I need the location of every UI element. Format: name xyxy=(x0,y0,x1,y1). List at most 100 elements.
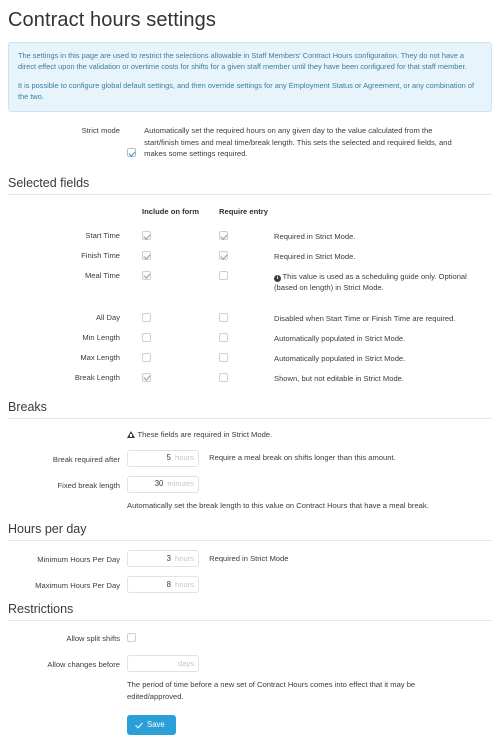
break-required-after-label: Break required after xyxy=(52,454,120,464)
require-cell xyxy=(205,231,274,241)
include-cell xyxy=(127,372,205,383)
minimum-hours-row: Minimum Hours Per Day 3 hours Required i… xyxy=(0,550,500,568)
include-checkbox-min-length[interactable] xyxy=(142,333,151,342)
include-cell xyxy=(127,333,205,343)
row-label-start-time: Start Time xyxy=(85,231,120,241)
section-heading-breaks: Breaks xyxy=(8,400,492,420)
table-row: Start Time Required in Strict Mode. xyxy=(0,231,500,243)
include-checkbox-meal-time[interactable] xyxy=(142,270,151,280)
minimum-hours-input[interactable]: 3 hours xyxy=(127,550,199,568)
row-note-meal-time-text: This value is used as a scheduling guide… xyxy=(274,271,467,293)
allow-changes-before-input[interactable]: days xyxy=(127,654,199,672)
strict-mode-row: Strict mode Automatically set the requir… xyxy=(0,125,500,160)
allow-split-shifts-row: Allow split shifts xyxy=(0,633,500,644)
break-required-after-unit: hours xyxy=(175,453,194,463)
breaks-warning: These fields are required in Strict Mode… xyxy=(127,429,500,440)
fixed-break-length-row: Fixed break length 30 minutes Automatica… xyxy=(0,475,500,512)
break-required-after-input[interactable]: 5 hours xyxy=(127,449,199,467)
row-note-all-day: Disabled when Start Time or Finish Time … xyxy=(274,314,456,324)
fixed-break-length-help: Automatically set the break length to th… xyxy=(127,500,429,510)
require-cell xyxy=(205,270,274,281)
fixed-break-length-control: 30 minutes Automatically set the break l… xyxy=(127,475,500,512)
section-heading-selected-fields: Selected fields xyxy=(8,176,492,196)
table-row: Max Length Automatically populated in St… xyxy=(0,352,500,365)
table-row: Min Length Automatically populated in St… xyxy=(0,333,500,345)
fixed-break-length-input[interactable]: 30 minutes xyxy=(127,475,199,493)
strict-mode-label: Strict mode xyxy=(81,125,120,135)
row-note-min-length: Automatically populated in Strict Mode. xyxy=(274,334,406,343)
row-gap xyxy=(0,294,500,305)
include-checkbox-all-day[interactable] xyxy=(142,313,151,323)
break-required-after-row: Break required after 5 hours Require a m… xyxy=(0,449,500,467)
require-cell xyxy=(205,333,274,343)
allow-changes-before-help: The period of time before a new set of C… xyxy=(127,679,416,701)
table-row: Break Length Shown, but not editable in … xyxy=(0,372,500,385)
row-note-max-length: Automatically populated in Strict Mode. xyxy=(274,353,406,363)
fixed-break-length-label: Fixed break length xyxy=(57,480,120,490)
include-checkbox-max-length[interactable] xyxy=(142,352,151,362)
require-checkbox-min-length[interactable] xyxy=(219,333,228,342)
include-checkbox-break-length[interactable] xyxy=(142,372,151,382)
section-heading-restrictions: Restrictions xyxy=(8,602,492,622)
break-required-after-value: 5 xyxy=(166,453,171,463)
include-cell xyxy=(127,313,205,323)
require-checkbox-finish-time[interactable] xyxy=(219,250,228,260)
row-label-max-length: Max Length xyxy=(80,352,120,362)
fixed-break-length-unit: minutes xyxy=(167,479,194,489)
strict-mode-control: Automatically set the required hours on … xyxy=(127,125,500,160)
table-row: Finish Time Required in Strict Mode. xyxy=(0,250,500,263)
maximum-hours-input[interactable]: 8 hours xyxy=(127,576,199,594)
minimum-hours-unit: hours xyxy=(175,554,194,564)
table-row: All Day Disabled when Start Time or Fini… xyxy=(0,313,500,325)
table-header-row: Include on form Require entry xyxy=(0,207,500,216)
row-label-meal-time: Meal Time xyxy=(84,270,120,280)
info-icon: i xyxy=(274,274,281,282)
require-checkbox-break-length[interactable] xyxy=(219,372,228,382)
require-checkbox-max-length[interactable] xyxy=(219,352,228,362)
maximum-hours-control: 8 hours xyxy=(127,576,500,594)
column-header-require-entry: Require entry xyxy=(219,207,268,217)
info-alert-paragraph-2: It is possible to configure global defau… xyxy=(18,80,475,102)
row-label-min-length: Min Length xyxy=(82,333,120,342)
minimum-hours-label: Minimum Hours Per Day xyxy=(37,555,120,565)
strict-mode-checkbox[interactable] xyxy=(127,148,136,158)
include-cell xyxy=(127,352,205,363)
include-cell xyxy=(127,231,205,241)
allow-split-shifts-checkbox[interactable] xyxy=(127,633,136,643)
fixed-break-length-value: 30 xyxy=(154,479,164,489)
minimum-hours-value: 3 xyxy=(166,554,171,564)
include-checkbox-finish-time[interactable] xyxy=(142,250,151,260)
section-heading-hours-per-day: Hours per day xyxy=(8,522,492,542)
minimum-hours-help: Required in Strict Mode xyxy=(209,554,289,564)
row-note-break-length: Shown, but not editable in Strict Mode. xyxy=(274,373,405,383)
breaks-warning-text: These fields are required in Strict Mode… xyxy=(137,430,273,440)
include-checkbox-start-time[interactable] xyxy=(142,231,151,241)
info-alert: The settings in this page are used to re… xyxy=(8,42,492,112)
minimum-hours-control: 3 hours Required in Strict Mode xyxy=(127,550,500,568)
require-checkbox-meal-time[interactable] xyxy=(219,270,228,280)
save-button[interactable]: Save xyxy=(127,715,176,735)
allow-changes-before-label: Allow changes before xyxy=(47,659,120,669)
maximum-hours-label: Maximum Hours Per Day xyxy=(35,581,120,591)
require-cell xyxy=(205,352,274,363)
allow-split-shifts-control xyxy=(127,633,500,644)
table-row: Meal Time i This value is used as a sched… xyxy=(0,270,500,295)
row-label-finish-time: Finish Time xyxy=(81,250,120,260)
selected-fields-table: Include on form Require entry Start Time… xyxy=(0,207,500,384)
breaks-warning-row: These fields are required in Strict Mode… xyxy=(0,429,500,440)
warning-icon xyxy=(127,431,135,439)
maximum-hours-unit: hours xyxy=(175,580,194,590)
maximum-hours-value: 8 xyxy=(166,580,171,590)
break-required-after-help: Require a meal break on shifts longer th… xyxy=(209,453,396,463)
require-checkbox-all-day[interactable] xyxy=(219,313,228,323)
require-checkbox-start-time[interactable] xyxy=(219,231,228,241)
column-header-include-on-form: Include on form xyxy=(142,207,199,217)
require-cell xyxy=(205,313,274,323)
include-cell xyxy=(127,270,205,281)
row-label-all-day: All Day xyxy=(95,313,120,323)
include-cell xyxy=(127,250,205,261)
maximum-hours-row: Maximum Hours Per Day 8 hours xyxy=(0,576,500,594)
allow-changes-before-placeholder: days xyxy=(177,658,194,668)
row-note-finish-time: Required in Strict Mode. xyxy=(274,251,356,261)
strict-mode-help: Automatically set the required hours on … xyxy=(144,125,452,159)
